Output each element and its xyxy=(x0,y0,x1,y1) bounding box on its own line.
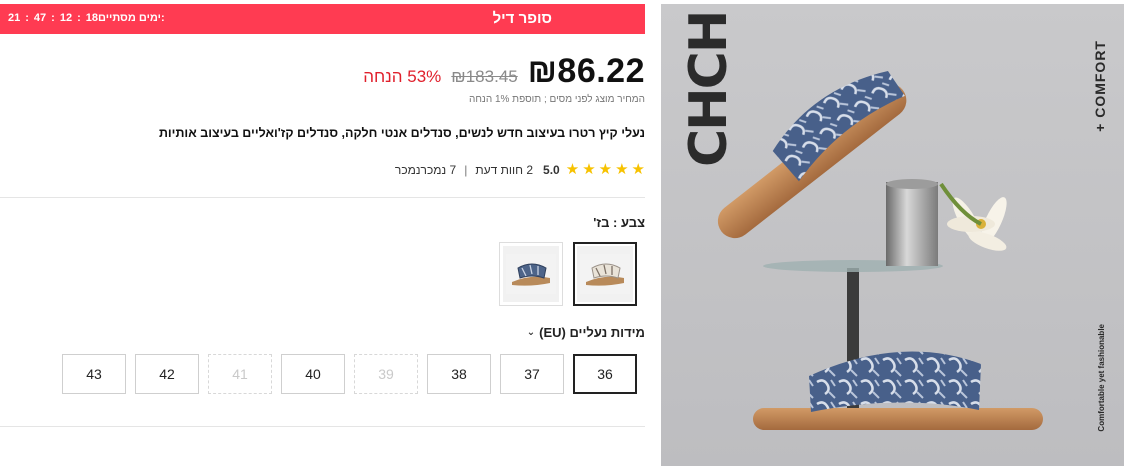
color-swatch-blue[interactable] xyxy=(499,242,563,306)
star-icon: ★ xyxy=(582,161,596,178)
size-option-39[interactable]: 39 xyxy=(354,354,418,394)
star-icon: ★ xyxy=(615,161,629,178)
brand-logo-text: CHCH xyxy=(679,11,739,167)
tax-note: המחיר מוצג לפני מסים ; תוספת 1% הנחה xyxy=(469,94,645,105)
super-deal-bar: סופר דיל 21:47:12:18ימים מסתיים: xyxy=(0,4,645,34)
comfort-tagline: + COMFORT xyxy=(1092,40,1108,132)
size-option-42[interactable]: 42 xyxy=(135,354,199,394)
size-options: 36 37 38 39 40 41 42 43 xyxy=(62,354,637,394)
review-count-link[interactable]: 2 חוות דעת xyxy=(475,163,533,177)
product-info-panel: סופר דיל 21:47:12:18ימים מסתיים: ₪86.22 … xyxy=(0,0,645,472)
sandal-thumbnail-blue xyxy=(506,254,556,294)
color-options xyxy=(499,242,637,306)
discount-label: 53% הנחה xyxy=(363,67,442,86)
product-title: נעלי קיץ רטרו בעיצוב חדש לנשים, סנדלים א… xyxy=(158,126,645,140)
color-label: צבע : בז' xyxy=(593,215,645,230)
sandal-thumbnail-beige xyxy=(580,254,630,294)
size-option-36[interactable]: 36 xyxy=(573,354,637,394)
rating-stars[interactable]: ★ ★ ★ ★ ★ xyxy=(566,162,645,177)
color-swatch-beige-image xyxy=(577,246,633,302)
star-icon: ★ xyxy=(565,161,580,178)
rating-value: 5.0 xyxy=(543,162,560,177)
deal-countdown: 21:47:12:18ימים מסתיים: xyxy=(8,12,165,24)
star-icon: ★ xyxy=(631,161,645,178)
current-price-value: 86.22 xyxy=(557,52,645,90)
size-selector-toggle[interactable]: מידות נעליים (EU) ⌄ xyxy=(527,325,645,340)
countdown-hours: 12 xyxy=(59,12,73,24)
chevron-down-icon: ⌄ xyxy=(526,327,536,338)
size-option-43[interactable]: 43 xyxy=(62,354,126,394)
super-deal-title: סופר דיל xyxy=(492,10,552,27)
current-price: ₪86.22 xyxy=(528,52,645,91)
size-option-41[interactable]: 41 xyxy=(208,354,272,394)
divider xyxy=(0,197,645,198)
size-option-40[interactable]: 40 xyxy=(281,354,345,394)
size-option-37[interactable]: 37 xyxy=(500,354,564,394)
color-swatch-beige[interactable] xyxy=(573,242,637,306)
countdown-minutes: 47 xyxy=(33,12,47,24)
price-row: ₪86.22 ₪183.45 53% הנחה xyxy=(363,52,645,92)
separator-dot: | xyxy=(464,162,468,177)
rating-row: ★ ★ ★ ★ ★ 5.0 2 חוות דעת | 7 נמכרנמכר xyxy=(395,162,645,177)
countdown-seconds: 21 xyxy=(8,12,21,24)
original-price: ₪183.45 xyxy=(451,67,518,86)
image-tagline: Comfortable yet fashionable xyxy=(1097,324,1106,432)
color-swatch-blue-image xyxy=(503,246,559,302)
size-label: מידות נעליים (EU) xyxy=(539,325,645,340)
sold-count: 7 נמכרנמכר xyxy=(394,162,457,177)
size-option-38[interactable]: 38 xyxy=(427,354,491,394)
star-icon: ★ xyxy=(598,161,613,178)
product-main-image[interactable]: CHCH + COMFORT Comfortable yet fashionab… xyxy=(661,4,1124,466)
divider xyxy=(0,426,645,427)
currency-symbol: ₪ xyxy=(527,52,558,89)
